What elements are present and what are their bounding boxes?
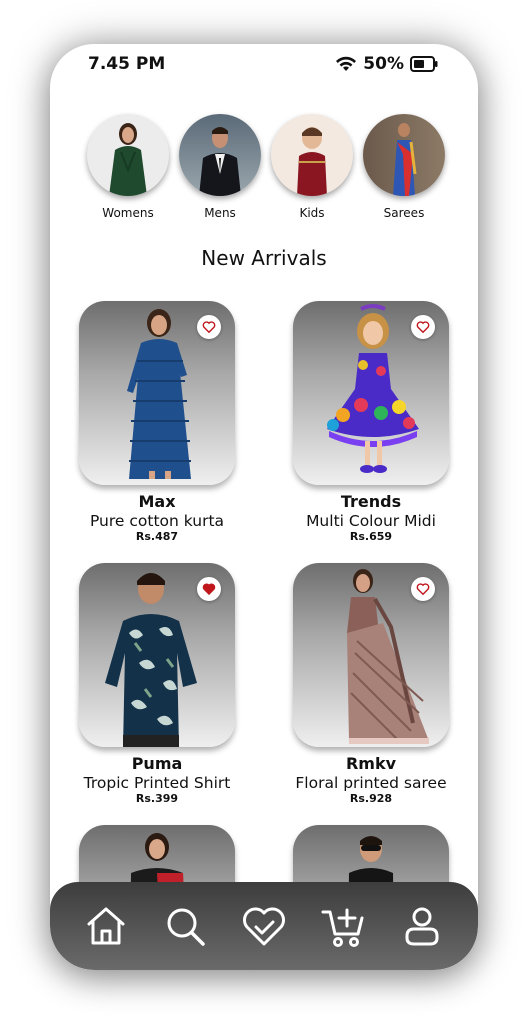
category-womens[interactable]: Womens	[86, 114, 170, 220]
search-icon	[167, 908, 205, 946]
product-price: Rs.487	[135, 530, 179, 543]
category-mens[interactable]: Mens	[178, 114, 262, 220]
kids-category-photo[interactable]	[271, 114, 353, 196]
battery-percent: 50%	[363, 54, 404, 74]
product-price: Rs.659	[349, 530, 393, 543]
category-label: Womens	[102, 206, 154, 220]
product-card[interactable]: Puma Tropic Printed Shirt Rs.399	[77, 563, 237, 805]
category-label: Kids	[299, 206, 325, 220]
wifi-icon	[335, 56, 357, 72]
favorite-button[interactable]	[197, 315, 221, 339]
section-title: New Arrivals	[201, 246, 327, 270]
product-card[interactable]: Rmkv Floral printed saree Rs.928	[291, 563, 451, 805]
status-indicators: 50%	[335, 54, 438, 74]
nav-cart[interactable]	[317, 900, 369, 952]
product-name: Multi Colour Midi	[306, 512, 436, 530]
product-card[interactable]: Max Pure cotton kurta Rs.487	[77, 301, 237, 543]
product-price: Rs.399	[135, 792, 179, 805]
heart-outline-icon	[202, 321, 216, 334]
product-brand: Max	[138, 492, 176, 511]
product-image[interactable]	[79, 301, 235, 485]
category-label: Mens	[204, 206, 236, 220]
product-brand: Rmkv	[345, 754, 397, 773]
nav-search[interactable]	[159, 900, 211, 952]
product-name: Tropic Printed Shirt	[83, 774, 231, 792]
product-card[interactable]: Trends Multi Colour Midi Rs.659	[291, 301, 451, 543]
sarees-category-photo[interactable]	[363, 114, 445, 196]
profile-icon	[405, 907, 439, 946]
nav-wishlist[interactable]	[238, 900, 290, 952]
phone-frame: 7.45 PM 50% Womens Mens Kids Sarees New …	[50, 44, 478, 970]
product-brand: Trends	[340, 492, 402, 511]
category-kids[interactable]: Kids	[270, 114, 354, 220]
category-label: Sarees	[383, 206, 425, 220]
womens-category-photo[interactable]	[87, 114, 169, 196]
heart-filled-icon	[202, 583, 216, 596]
nav-profile[interactable]	[396, 900, 448, 952]
favorite-button[interactable]	[411, 315, 435, 339]
status-bar: 7.45 PM 50%	[50, 44, 478, 84]
product-name: Pure cotton kurta	[89, 512, 225, 530]
product-image[interactable]	[79, 563, 235, 747]
add-to-cart-icon	[321, 908, 364, 947]
category-sarees[interactable]: Sarees	[362, 114, 446, 220]
product-image[interactable]	[293, 563, 449, 747]
category-list: Womens Mens Kids Sarees	[86, 114, 446, 220]
battery-icon	[410, 56, 438, 72]
mens-category-photo[interactable]	[179, 114, 261, 196]
favorite-button[interactable]	[197, 577, 221, 601]
product-name: Floral printed saree	[295, 774, 447, 792]
favorite-button[interactable]	[411, 577, 435, 601]
heart-outline-icon	[416, 321, 430, 334]
status-time: 7.45 PM	[88, 54, 166, 74]
wishlist-icon	[242, 907, 285, 946]
heart-outline-icon	[416, 583, 430, 596]
home-icon	[87, 907, 125, 945]
product-price: Rs.928	[349, 792, 393, 805]
bottom-navigation	[50, 882, 478, 970]
nav-home[interactable]	[80, 900, 132, 952]
product-brand: Puma	[131, 754, 183, 773]
product-image[interactable]	[293, 301, 449, 485]
